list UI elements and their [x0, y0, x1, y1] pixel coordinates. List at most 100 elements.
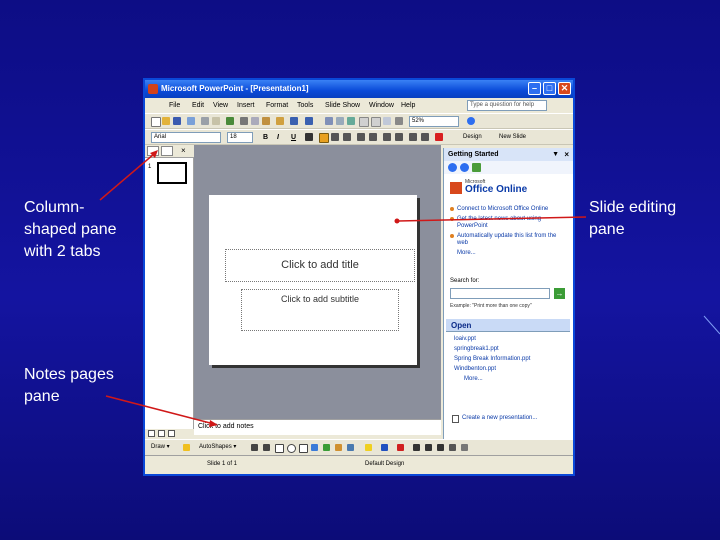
home-icon[interactable] — [472, 163, 481, 172]
menu-file[interactable]: File — [169, 98, 180, 113]
slide-show-view-button[interactable] — [168, 430, 175, 437]
clip-art-icon[interactable] — [335, 444, 342, 451]
shadow-style-icon[interactable] — [449, 444, 456, 451]
menu-insert[interactable]: Insert — [237, 98, 255, 113]
menu-slide-show[interactable]: Slide Show — [325, 98, 360, 113]
diagram-icon[interactable] — [323, 444, 330, 451]
3d-style-icon[interactable] — [461, 444, 468, 451]
increase-font-icon[interactable] — [383, 133, 391, 141]
menu-view[interactable]: View — [213, 98, 228, 113]
shadow-icon[interactable] — [305, 133, 313, 141]
font-size-combo[interactable]: 18 — [227, 132, 253, 143]
insert-chart-icon[interactable] — [325, 117, 333, 125]
show-formatting-icon[interactable] — [371, 117, 381, 127]
slide-canvas[interactable]: Click to add title Click to add subtitle — [209, 195, 417, 365]
recent-file[interactable]: springbreak1.ppt — [454, 346, 566, 353]
line-color-icon[interactable] — [381, 444, 388, 451]
underline-button[interactable]: U — [291, 132, 296, 143]
print-icon[interactable] — [201, 117, 209, 125]
select-objects-icon[interactable] — [183, 444, 190, 451]
pane-close-icon[interactable]: × — [181, 145, 186, 157]
rectangle-icon[interactable] — [275, 444, 284, 453]
copy-icon[interactable] — [251, 117, 259, 125]
link-item[interactable]: Get the latest news about using PowerPoi… — [450, 216, 568, 230]
numbering-icon[interactable] — [357, 133, 365, 141]
recent-file[interactable]: loaiv.ppt — [454, 336, 566, 343]
open-more-link[interactable]: More... — [454, 376, 566, 382]
arrow-style-icon[interactable] — [437, 444, 444, 451]
dash-style-icon[interactable] — [425, 444, 432, 451]
bold-button[interactable]: B — [263, 132, 268, 143]
bullets-icon[interactable] — [369, 133, 377, 141]
font-color-icon[interactable] — [435, 133, 443, 141]
more-link[interactable]: More... — [450, 250, 568, 256]
text-box-icon[interactable] — [299, 444, 308, 453]
open-icon[interactable] — [162, 117, 170, 125]
redo-icon[interactable] — [305, 117, 313, 125]
decrease-font-icon[interactable] — [395, 133, 403, 141]
link-item[interactable]: Connect to Microsoft Office Online — [450, 206, 568, 213]
new-slide-button[interactable]: New Slide — [499, 132, 526, 143]
menu-help[interactable]: Help — [401, 98, 415, 113]
slide-thumbnail[interactable] — [157, 162, 187, 184]
search-input[interactable] — [450, 288, 550, 299]
slide-sorter-view-button[interactable] — [158, 430, 165, 437]
paste-icon[interactable] — [262, 117, 270, 125]
maximize-button[interactable]: □ — [543, 82, 556, 95]
increase-indent-icon[interactable] — [421, 133, 429, 141]
expand-all-icon[interactable] — [359, 117, 369, 127]
task-pane-close-icon[interactable]: × — [564, 148, 569, 161]
wordart-icon[interactable] — [311, 444, 318, 451]
tables-borders-icon[interactable] — [347, 117, 355, 125]
show-grid-icon[interactable] — [383, 117, 391, 125]
normal-view-button[interactable] — [148, 430, 155, 437]
create-new-presentation-link[interactable]: Create a new presentation... — [452, 415, 537, 423]
menu-edit[interactable]: Edit — [192, 98, 204, 113]
menu-window[interactable]: Window — [369, 98, 394, 113]
color-grayscale-icon[interactable] — [395, 117, 403, 125]
arrow-icon[interactable] — [263, 444, 270, 451]
align-right-icon[interactable] — [343, 133, 351, 141]
font-combo[interactable]: Arial — [151, 132, 221, 143]
design-button[interactable]: Design — [463, 132, 482, 143]
title-placeholder[interactable]: Click to add title — [225, 249, 415, 282]
autoshapes-menu[interactable]: AutoShapes ▾ — [199, 440, 236, 454]
task-pane-dropdown-icon[interactable]: ▼ — [552, 148, 559, 161]
minimize-button[interactable]: – — [528, 82, 541, 95]
fill-color-icon[interactable] — [365, 444, 372, 451]
menu-format[interactable]: Format — [266, 98, 288, 113]
tab-outline[interactable] — [147, 146, 159, 156]
link-item[interactable]: Automatically update this list from the … — [450, 233, 568, 247]
line-icon[interactable] — [251, 444, 258, 451]
close-button[interactable]: ✕ — [558, 82, 571, 95]
notes-pane[interactable]: Click to add notes — [194, 419, 441, 435]
cut-icon[interactable] — [240, 117, 248, 125]
italic-button[interactable]: I — [277, 132, 279, 143]
decrease-indent-icon[interactable] — [409, 133, 417, 141]
menu-tools[interactable]: Tools — [297, 98, 313, 113]
draw-menu[interactable]: Draw ▾ — [151, 440, 170, 454]
back-icon[interactable] — [448, 163, 457, 172]
align-center-icon[interactable] — [331, 133, 339, 141]
permission-icon[interactable] — [187, 117, 195, 125]
forward-icon[interactable] — [460, 163, 469, 172]
undo-icon[interactable] — [290, 117, 298, 125]
save-icon[interactable] — [173, 117, 181, 125]
insert-table-icon[interactable] — [336, 117, 344, 125]
tab-slides[interactable] — [161, 146, 173, 156]
print-preview-icon[interactable] — [212, 117, 220, 125]
oval-icon[interactable] — [287, 444, 296, 453]
line-style-icon[interactable] — [413, 444, 420, 451]
zoom-combo[interactable]: 52% — [409, 116, 459, 127]
search-go-button[interactable]: → — [554, 288, 565, 299]
recent-file[interactable]: Windbenton.ppt — [454, 366, 566, 373]
draw-font-color-icon[interactable] — [397, 444, 404, 451]
help-icon[interactable] — [467, 117, 475, 125]
recent-file[interactable]: Spring Break Information.ppt — [454, 356, 566, 363]
help-search-input[interactable]: Type a question for help — [467, 100, 547, 111]
format-painter-icon[interactable] — [276, 117, 284, 125]
new-icon[interactable] — [151, 117, 161, 127]
align-left-icon[interactable] — [319, 133, 329, 143]
subtitle-placeholder[interactable]: Click to add subtitle — [241, 289, 399, 331]
picture-icon[interactable] — [347, 444, 354, 451]
